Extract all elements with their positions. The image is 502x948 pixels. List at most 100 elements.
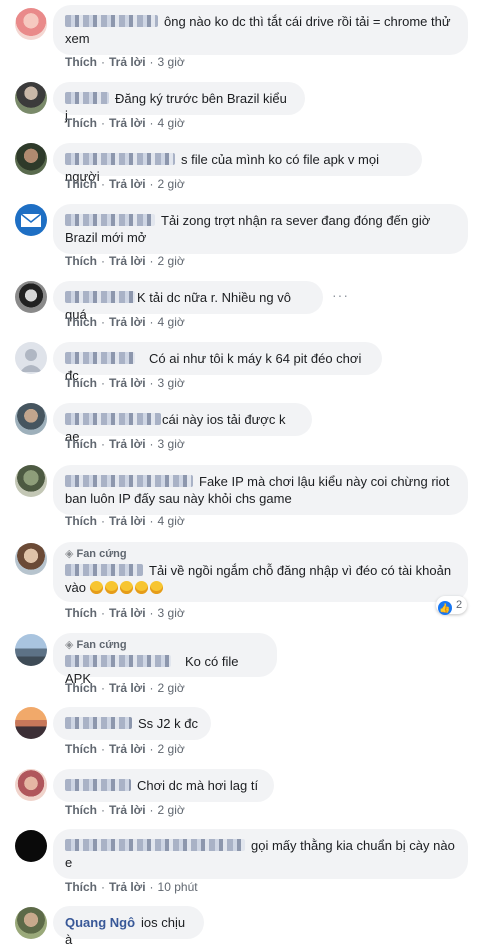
reaction-count[interactable]: 👍 2: [436, 596, 468, 615]
comment-bubble: gọi mấy thằng kia chuẩn bị cày nào e: [53, 829, 468, 879]
avatar[interactable]: [15, 769, 47, 801]
timestamp[interactable]: 2 giờ: [158, 803, 185, 817]
fan-badge: ◈ Fan cứng: [65, 639, 265, 652]
comment-actions: Thích · Trả lời · 3 giờ: [65, 55, 185, 69]
avatar[interactable]: [15, 281, 47, 313]
like-link[interactable]: Thích: [65, 55, 97, 69]
commenter-name[interactable]: [65, 475, 193, 487]
commenter-name[interactable]: [65, 839, 245, 851]
avatar[interactable]: [15, 543, 47, 575]
like-link[interactable]: Thích: [65, 803, 97, 817]
reply-link[interactable]: Trả lời: [109, 116, 146, 130]
like-link[interactable]: Thích: [65, 315, 97, 329]
timestamp[interactable]: 10 phút: [158, 880, 198, 894]
timestamp[interactable]: 2 giờ: [158, 254, 185, 268]
avatar[interactable]: [15, 8, 47, 40]
reply-link[interactable]: Trả lời: [109, 437, 146, 451]
like-link[interactable]: Thích: [65, 437, 97, 451]
comment-bubble: Tải zong trợt nhận ra sever đang đóng đế…: [53, 204, 468, 254]
comment-bubble: Đăng ký trước bên Brazil kiểu j: [53, 82, 305, 123]
fan-badge-label: Fan cứng: [76, 548, 127, 560]
commenter-name[interactable]: [65, 779, 131, 791]
reply-link[interactable]: Trả lời: [109, 514, 146, 528]
comment-actions: Thích · Trả lời · 3 giờ: [65, 376, 185, 390]
comment-bubble: Fake IP mà chơi lậu kiểu này coi chừng r…: [53, 465, 468, 515]
timestamp[interactable]: 2 giờ: [158, 681, 185, 695]
reply-link[interactable]: Trả lời: [109, 254, 146, 268]
reply-link[interactable]: Trả lời: [109, 315, 146, 329]
diamond-badge-icon: ◈: [65, 639, 74, 651]
like-link[interactable]: Thích: [65, 254, 97, 268]
timestamp[interactable]: 2 giờ: [158, 177, 185, 191]
comment-actions: Thích · Trả lời · 2 giờ: [65, 681, 185, 695]
reply-link[interactable]: Trả lời: [109, 880, 146, 894]
fan-badge: ◈ Fan cứng: [65, 548, 456, 561]
reply-link[interactable]: Trả lời: [109, 376, 146, 390]
commenter-name[interactable]: [65, 153, 175, 165]
timestamp[interactable]: 4 giờ: [158, 315, 185, 329]
comment-text: Chơi dc mà hơi lag tí: [137, 778, 259, 793]
comment-actions: Thích · Trả lời · 3 giờ: [65, 437, 185, 451]
comment-bubble: ông nào ko dc thì tắt cái drive rồi tải …: [53, 5, 468, 55]
timestamp[interactable]: 3 giờ: [158, 437, 185, 451]
avatar[interactable]: [15, 907, 47, 939]
avatar[interactable]: [15, 634, 47, 666]
avatar[interactable]: [15, 342, 47, 374]
timestamp[interactable]: 2 giờ: [158, 742, 185, 756]
commenter-name[interactable]: Quang Ngô: [65, 915, 135, 930]
commenter-name[interactable]: [65, 413, 161, 425]
like-link[interactable]: Thích: [65, 742, 97, 756]
comment-bubble: K tải dc nữa r. Nhiều ng vô quá: [53, 281, 323, 322]
commenter-name[interactable]: [65, 655, 171, 667]
commenter-name[interactable]: [65, 15, 158, 27]
comment-actions: Thích · Trả lời · 4 giờ: [65, 116, 185, 130]
like-link[interactable]: Thích: [65, 116, 97, 130]
timestamp[interactable]: 3 giờ: [158, 606, 185, 620]
avatar[interactable]: [15, 403, 47, 435]
commenter-name[interactable]: [65, 92, 109, 104]
reply-link[interactable]: Trả lời: [109, 606, 146, 620]
reply-link[interactable]: Trả lời: [109, 681, 146, 695]
fan-badge-label: Fan cứng: [76, 639, 127, 651]
avatar[interactable]: [15, 82, 47, 114]
reply-link[interactable]: Trả lời: [109, 177, 146, 191]
more-options-icon[interactable]: ···: [332, 287, 349, 303]
rofl-emoji-icon: [89, 580, 165, 595]
commenter-name[interactable]: [65, 717, 132, 729]
like-reaction-icon: 👍: [438, 601, 452, 615]
comment-bubble: Có ai như tôi k máy k 64 pit đéo chơi đc: [53, 342, 382, 383]
avatar[interactable]: [15, 465, 47, 497]
reply-link[interactable]: Trả lời: [109, 742, 146, 756]
timestamp[interactable]: 4 giờ: [158, 514, 185, 528]
reply-link[interactable]: Trả lời: [109, 55, 146, 69]
commenter-name[interactable]: [65, 291, 135, 303]
like-link[interactable]: Thích: [65, 177, 97, 191]
avatar[interactable]: [15, 830, 47, 862]
reply-link[interactable]: Trả lời: [109, 803, 146, 817]
default-avatar-icon: [20, 349, 42, 372]
timestamp[interactable]: 4 giờ: [158, 116, 185, 130]
commenter-name[interactable]: [65, 564, 143, 576]
comment-actions: Thích · Trả lời · 2 giờ: [65, 803, 185, 817]
comment-bubble: ◈ Fan cứng Tải về ngồi ngắm chỗ đăng nhập…: [53, 542, 468, 602]
comment-bubble: cái này ios tải được k ae: [53, 403, 312, 444]
comment-actions: Thích · Trả lời · 2 giờ: [65, 742, 185, 756]
like-link[interactable]: Thích: [65, 376, 97, 390]
avatar[interactable]: [15, 143, 47, 175]
envelope-icon: [20, 213, 42, 227]
comment-text: Ss J2 k đc: [138, 716, 198, 731]
comment-bubble: ◈ Fan cứng Ko có file APK: [53, 633, 277, 686]
timestamp[interactable]: 3 giờ: [158, 55, 185, 69]
timestamp[interactable]: 3 giờ: [158, 376, 185, 390]
commenter-name[interactable]: [65, 214, 155, 226]
like-link[interactable]: Thích: [65, 880, 97, 894]
comment-actions: Thích · Trả lời · 2 giờ: [65, 254, 185, 268]
avatar[interactable]: [15, 204, 47, 236]
like-link[interactable]: Thích: [65, 681, 97, 695]
commenter-name[interactable]: [65, 352, 135, 364]
comment-actions: Thích · Trả lời · 2 giờ: [65, 177, 185, 191]
like-link[interactable]: Thích: [65, 606, 97, 620]
comment-actions: Thích · Trả lời · 4 giờ: [65, 315, 185, 329]
avatar[interactable]: [15, 707, 47, 739]
like-link[interactable]: Thích: [65, 514, 97, 528]
